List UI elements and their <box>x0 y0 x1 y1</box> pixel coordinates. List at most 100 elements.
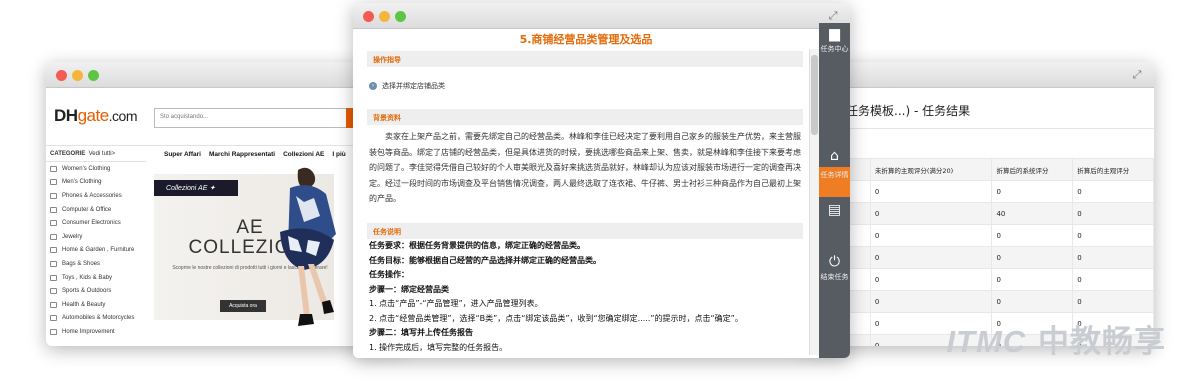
category-label: Women's Clothing <box>62 165 111 172</box>
table-row: 000 <box>820 246 1154 269</box>
expand-icon[interactable]: ⤢ <box>1130 68 1144 82</box>
table-row: 0 40 0 <box>820 202 1154 225</box>
dhgate-window: DHgate.com Sto acquistando... CATEGORIE … <box>46 62 406 346</box>
category-icon <box>50 247 57 254</box>
table-cell: 0 <box>869 224 993 247</box>
category-icon <box>50 301 57 308</box>
sidebar-label: 结束任务 <box>820 273 849 281</box>
sidebar-icon: ⏻ <box>828 254 841 270</box>
column-header: 未折算的主观评分(满分20) <box>869 158 993 181</box>
table-cell: 0 <box>869 268 993 291</box>
category-item[interactable]: Home Improvement <box>46 325 146 339</box>
table-cell: 0 <box>869 202 993 225</box>
sidebar-item[interactable]: ⌂ <box>819 145 850 167</box>
category-label: Bags & Shoes <box>62 260 101 267</box>
task-sidebar: ▆ 任务中心 ⌂ 任务详情 ▤ ⏻ 结束任务 <box>819 23 850 358</box>
task-detail-window: ⤢ 5.商铺经营品类管理及选品 操作指导 › 选择并绑定店铺品类 背景资料 卖家在… <box>353 3 850 358</box>
categories-header[interactable]: CATEGORIE Vedi tutti> <box>46 146 146 162</box>
guide-item[interactable]: › 选择并绑定店铺品类 <box>369 81 445 91</box>
category-item[interactable]: Men's Clothing <box>46 176 146 190</box>
category-item[interactable]: Toys , Kids & Baby <box>46 271 146 285</box>
minimize-window-button[interactable] <box>379 11 390 22</box>
task-line: 2. 点击“经营品类管理”，选择“B类”，点击“绑定该品类”，收到“您确定绑定.… <box>369 313 743 323</box>
category-icon <box>50 192 57 199</box>
table-cell: 0 <box>869 246 993 269</box>
column-header: 折算后的系统评分 <box>991 158 1074 181</box>
titlebar: ⤢ <box>353 3 850 29</box>
task-line: 任务操作： <box>369 270 409 279</box>
table-cell: 0 <box>1072 246 1154 269</box>
task-line: 任务目标：能够根据自己经营的产品选择并绑定正确的经营品类。 <box>369 255 601 265</box>
search-input[interactable]: Sto acquistando... <box>154 108 354 128</box>
table-cell: 0 <box>991 268 1074 291</box>
task-line: 1. 操作完成后，填写完整的任务报告。 <box>369 342 508 352</box>
category-icon <box>50 260 57 267</box>
nav-link[interactable]: Super Affari <box>164 151 201 162</box>
maximize-window-button[interactable] <box>88 70 99 81</box>
close-window-button[interactable] <box>363 11 374 22</box>
category-label: Computer & Office <box>62 206 112 213</box>
table-row: 000 <box>820 224 1154 247</box>
maximize-window-button[interactable] <box>395 11 406 22</box>
sidebar-item[interactable]: ▆ 任务中心 <box>819 23 850 79</box>
category-label: Toys , Kids & Baby <box>62 274 113 281</box>
nav-link[interactable]: I più <box>332 151 345 162</box>
sidebar-item[interactable]: ⏻ 结束任务 <box>819 251 850 295</box>
site-header: DHgate.com Sto acquistando... <box>46 88 406 146</box>
scrollbar-thumb[interactable] <box>811 55 818 135</box>
category-item[interactable]: Women's Clothing <box>46 162 146 176</box>
shop-now-button[interactable]: Acquista ora <box>220 300 266 312</box>
table-cell: 0 <box>1072 268 1154 291</box>
watermark-logo: ITMC 中教畅享 <box>946 324 1166 360</box>
category-label: Men's Clothing <box>62 179 102 186</box>
scrollbar[interactable] <box>809 49 819 355</box>
category-icon <box>50 179 57 186</box>
section-guide: 操作指导 <box>367 51 803 67</box>
category-label: Phones & Accessories <box>62 192 122 199</box>
table-cell: 0 <box>869 290 993 313</box>
category-icon <box>50 274 57 281</box>
background-text: 卖家在上架产品之前，需要先绑定自己的经营品类。林峰和李佳已经决定了要利用自己家乡… <box>369 132 801 203</box>
titlebar: ⤢ <box>800 62 1154 88</box>
category-label: Home & Garden , Furniture <box>62 247 135 254</box>
category-item[interactable]: Consumer Electronics <box>46 216 146 230</box>
category-item[interactable]: Computer & Office <box>46 203 146 217</box>
table-cell: 0 <box>869 180 993 203</box>
arrow-circle-icon: › <box>369 82 377 90</box>
task-result-window: ⤢ 任务模板...) - 任务结果 未折算的主观评分(满分20) 折算后的系统评分… <box>800 62 1154 346</box>
table-cell: 0 <box>1072 224 1154 247</box>
category-icon <box>50 165 57 172</box>
category-label: Health & Beauty <box>62 301 106 308</box>
dhgate-logo[interactable]: DHgate.com <box>54 106 138 126</box>
model-image <box>280 167 336 326</box>
minimize-window-button[interactable] <box>72 70 83 81</box>
category-item[interactable]: Bags & Shoes <box>46 257 146 271</box>
expand-icon[interactable]: ⤢ <box>826 9 840 23</box>
page-title: 5.商铺经营品类管理及选品 <box>519 33 653 46</box>
sidebar-label: 任务详情 <box>820 171 849 179</box>
nav-link[interactable]: Marchi Rappresentati <box>209 151 275 162</box>
task-line: 步骤一：绑定经营品类 <box>369 284 449 294</box>
close-window-button[interactable] <box>56 70 67 81</box>
result-title: 任务模板...) - 任务结果 <box>846 104 971 118</box>
nav-link[interactable]: Collezioni AE <box>283 151 324 162</box>
column-header: 折算后的主观评分 <box>1072 158 1154 181</box>
sidebar-icon: ▆ <box>829 26 840 42</box>
task-line: 步骤二：填写并上传任务报告 <box>369 328 473 337</box>
task-line: 任务要求：根据任务背景提供的信息，绑定正确的经营品类。 <box>369 241 585 250</box>
category-icon <box>50 288 57 295</box>
category-icon <box>50 233 57 240</box>
category-item[interactable]: Phones & Accessories <box>46 189 146 203</box>
category-item[interactable]: Automobiles & Motorcycles <box>46 312 146 326</box>
sidebar-item[interactable]: ▤ <box>819 199 850 227</box>
sidebar-item[interactable]: 任务详情 <box>819 167 850 197</box>
category-item[interactable]: Home & Garden , Furniture <box>46 244 146 258</box>
category-item[interactable]: Health & Beauty <box>46 298 146 312</box>
category-item[interactable]: Sports & Outdoors <box>46 284 146 298</box>
table-row: 000 <box>820 268 1154 291</box>
section-background: 背景资料 <box>367 109 803 125</box>
table-cell: 0 <box>1072 290 1154 313</box>
table-row: 000 <box>820 180 1154 203</box>
table-cell: 0 <box>991 224 1074 247</box>
category-item[interactable]: Jewelry <box>46 230 146 244</box>
